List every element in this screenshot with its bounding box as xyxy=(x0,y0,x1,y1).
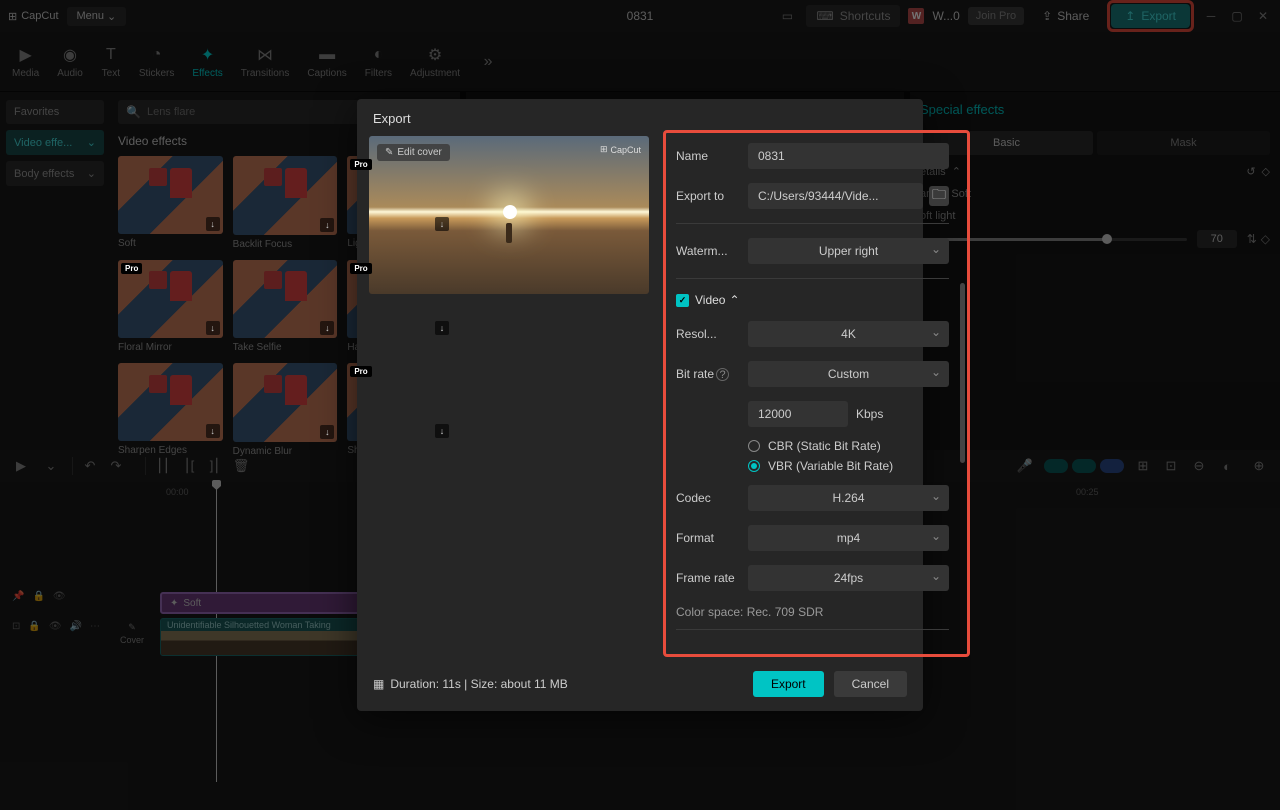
duration-info: ▦Duration: 11s | Size: about 11 MB xyxy=(373,677,568,691)
scrollbar[interactable] xyxy=(960,283,965,463)
resolution-label: Resol... xyxy=(676,327,738,341)
chevron-up-icon: ⌃ xyxy=(729,293,739,307)
color-space: Color space: Rec. 709 SDR xyxy=(676,605,949,619)
bitrate-label: Bit rate? xyxy=(676,367,738,382)
pro-badge: Pro xyxy=(350,263,371,274)
divider xyxy=(676,223,949,224)
bitrate-input[interactable] xyxy=(748,401,848,427)
info-icon[interactable]: ? xyxy=(716,368,729,381)
download-icon[interactable]: ↓ xyxy=(206,321,220,335)
edit-cover-button[interactable]: ✎Edit cover xyxy=(377,144,450,161)
modal-backdrop: Export ✎Edit cover ⊞CapCut Name Export t… xyxy=(0,0,1280,810)
path-input[interactable] xyxy=(748,183,923,209)
divider xyxy=(676,629,949,630)
watermark-select[interactable]: Upper right xyxy=(748,238,949,264)
bitrate-mode-select[interactable]: Custom xyxy=(748,361,949,387)
cbr-radio[interactable]: CBR (Static Bit Rate) xyxy=(748,439,949,453)
codec-select[interactable]: H.264 xyxy=(748,485,949,511)
resolution-select[interactable]: 4K xyxy=(748,321,949,347)
cover-preview: ✎Edit cover ⊞CapCut xyxy=(369,136,649,294)
download-icon[interactable]: ↓ xyxy=(320,425,334,439)
download-icon[interactable]: ↓ xyxy=(435,321,449,335)
vbr-radio[interactable]: VBR (Variable Bit Rate) xyxy=(748,459,949,473)
pencil-icon: ✎ xyxy=(385,147,393,158)
pro-badge: Pro xyxy=(350,366,371,377)
bitrate-unit: Kbps xyxy=(856,407,883,421)
format-select[interactable]: mp4 xyxy=(748,525,949,551)
pro-badge: Pro xyxy=(121,263,142,274)
video-section-label[interactable]: Video⌃ xyxy=(695,293,740,307)
watermark-label: Waterm... xyxy=(676,244,738,258)
download-icon[interactable]: ↓ xyxy=(206,424,220,438)
name-input[interactable] xyxy=(748,143,949,169)
film-icon: ▦ xyxy=(373,677,384,691)
download-icon[interactable]: ↓ xyxy=(320,218,334,232)
fps-select[interactable]: 24fps xyxy=(748,565,949,591)
pro-badge: Pro xyxy=(350,159,371,170)
fps-label: Frame rate xyxy=(676,571,738,585)
codec-label: Codec xyxy=(676,491,738,505)
download-icon[interactable]: ↓ xyxy=(206,217,220,231)
format-label: Format xyxy=(676,531,738,545)
video-checkbox[interactable]: ✓ xyxy=(676,294,689,307)
watermark-logo: ⊞CapCut xyxy=(600,144,641,155)
download-icon[interactable]: ↓ xyxy=(435,217,449,231)
divider xyxy=(676,278,949,279)
export-modal: Export ✎Edit cover ⊞CapCut Name Export t… xyxy=(357,99,923,711)
download-icon[interactable]: ↓ xyxy=(320,321,334,335)
name-label: Name xyxy=(676,149,738,163)
path-label: Export to xyxy=(676,189,738,203)
cancel-button[interactable]: Cancel xyxy=(834,671,907,697)
folder-icon[interactable]: 🗀 xyxy=(929,186,949,206)
download-icon[interactable]: ↓ xyxy=(435,424,449,438)
export-settings-highlight: Name Export to 🗀 Waterm... Upper right ✓… xyxy=(663,130,970,657)
export-confirm-button[interactable]: Export xyxy=(753,671,824,697)
